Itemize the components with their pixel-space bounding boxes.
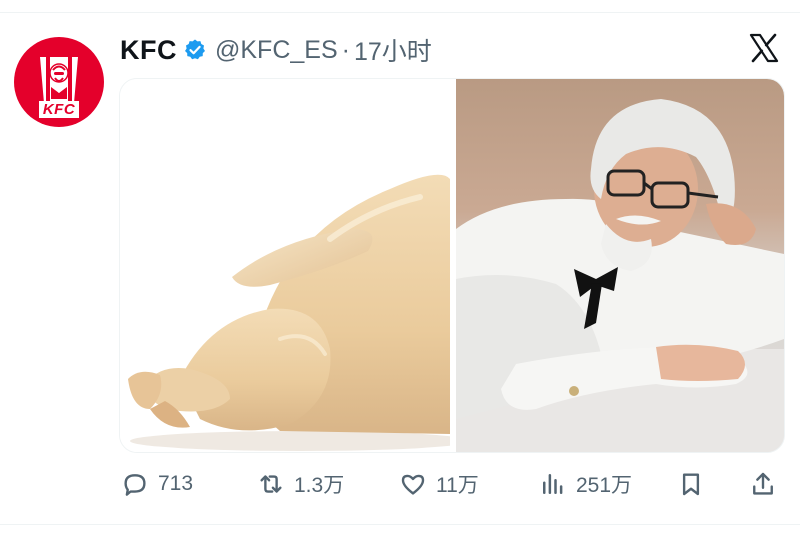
speech-bubble-icon: [124, 474, 146, 496]
reply-count: 713: [158, 472, 194, 495]
action-bar: 713 1.3万 11万 251万: [0, 464, 800, 504]
avatar-label: KFC: [42, 101, 76, 118]
colonel-image: [456, 99, 784, 452]
separator-dot: ·: [341, 35, 350, 64]
reply-button[interactable]: 713: [120, 464, 193, 504]
views-button[interactable]: 251万: [538, 464, 632, 504]
raw-chicken-photo[interactable]: [120, 79, 450, 452]
repost-arrows-icon: [260, 475, 282, 493]
tweet-card[interactable]: KFC KFC @KFC_ES · 17小时 713 1.3万 11万 251万: [0, 0, 800, 542]
author-name[interactable]: KFC: [120, 35, 177, 66]
tweet-media[interactable]: [119, 78, 785, 453]
verified-badge-icon: [185, 39, 205, 60]
heart-icon: [401, 474, 425, 495]
bar-chart-icon: [543, 474, 563, 494]
bookmark-button[interactable]: [676, 464, 706, 504]
like-button[interactable]: 11万: [398, 464, 479, 504]
chicken-image: [128, 174, 450, 451]
repost-button[interactable]: 1.3万: [256, 464, 344, 504]
divider: [0, 524, 800, 525]
avatar[interactable]: KFC: [14, 37, 104, 127]
share-upload-icon: [753, 472, 773, 495]
views-count: 251万: [576, 474, 633, 497]
timestamp[interactable]: 17小时: [354, 32, 432, 68]
divider: [0, 12, 800, 13]
x-logo-icon[interactable]: [748, 32, 780, 64]
author-handle[interactable]: @KFC_ES: [215, 36, 338, 65]
like-count: 11万: [436, 474, 479, 497]
tweet-header: KFC @KFC_ES · 17小时: [120, 32, 432, 68]
repost-count: 1.3万: [294, 474, 345, 497]
colonel-photo[interactable]: [456, 79, 784, 452]
bookmark-icon: [682, 473, 700, 496]
share-button[interactable]: [748, 464, 778, 504]
